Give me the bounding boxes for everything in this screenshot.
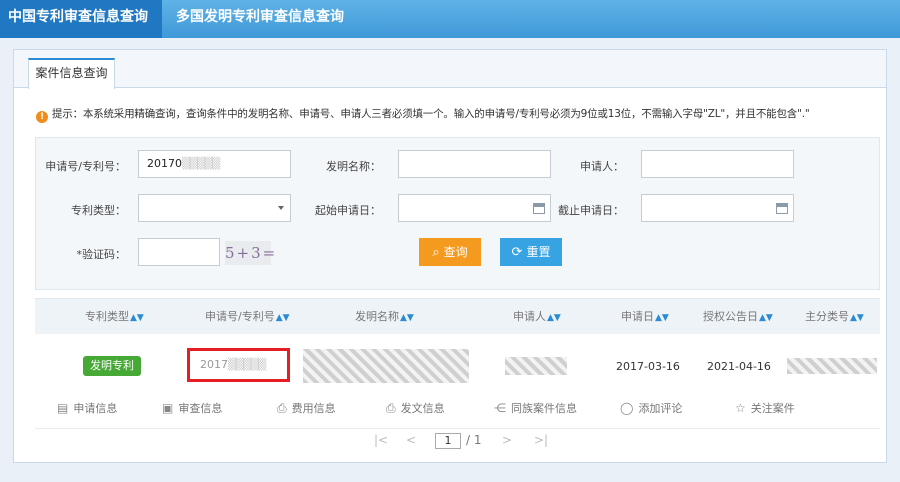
action-label: 同族案件信息 bbox=[511, 402, 577, 415]
sort-icon: ▲▼ bbox=[759, 313, 773, 323]
header-apply-date[interactable]: 申请日▲▼ bbox=[621, 299, 669, 335]
patent-type-select[interactable] bbox=[138, 194, 291, 222]
applicant-label: 申请人： bbox=[580, 160, 624, 173]
header-label: 主分类号 bbox=[805, 310, 849, 323]
refresh-icon: ⟳ bbox=[511, 245, 523, 260]
results-table-header: 专利类型▲▼ 申请号/专利号▲▼ 发明名称▲▼ 申请人▲▼ 申请日▲▼ 授权公告… bbox=[35, 298, 880, 334]
prev-page-button[interactable]: < bbox=[406, 433, 416, 447]
action-follow-case[interactable]: ☆ 关注案件 bbox=[735, 400, 795, 416]
share-icon: ⋲ bbox=[494, 401, 506, 415]
app-no-label: 申请号/专利号： bbox=[45, 160, 126, 173]
captcha-label: *验证码： bbox=[76, 248, 127, 261]
header-patent-type[interactable]: 专利类型▲▼ bbox=[85, 299, 144, 335]
header-label: 专利类型 bbox=[85, 310, 129, 323]
row-actions: ▤ 申请信息 ▣ 审查信息 ⎙ 费用信息 ⎙ 发文信息 ⋲ 同族案件信息 ◯ 添加评论 ☆ 关… bbox=[35, 400, 880, 420]
grant-date-cell: 2021-04-16 bbox=[707, 360, 771, 373]
action-dispatch-info[interactable]: ⎙ 发文信息 bbox=[386, 400, 445, 416]
star-icon: ☆ bbox=[735, 401, 746, 415]
first-page-button[interactable]: |< bbox=[374, 433, 388, 447]
search-button-label: 查询 bbox=[443, 245, 468, 259]
action-application-info[interactable]: ▤ 申请信息 bbox=[57, 400, 117, 416]
redacted-invention-name bbox=[303, 349, 469, 383]
action-fee-info[interactable]: ⎙ 费用信息 bbox=[277, 400, 336, 416]
sort-icon: ▲▼ bbox=[850, 313, 864, 323]
header-grant-date[interactable]: 授权公告日▲▼ bbox=[703, 299, 773, 335]
header-label: 发明名称 bbox=[355, 310, 399, 323]
table-row: 发明专利 2017▒▒▒▒▒ 2017-03-16 2021-04-16 ▤ 申请… bbox=[35, 334, 880, 424]
action-label: 关注案件 bbox=[750, 402, 795, 415]
header-app-no[interactable]: 申请号/专利号▲▼ bbox=[205, 299, 290, 335]
header-label: 授权公告日 bbox=[703, 310, 758, 323]
sort-icon: ▲▼ bbox=[275, 313, 290, 323]
header-label: 申请人 bbox=[513, 310, 546, 323]
tab-china-patent[interactable]: 中国专利审查信息查询 bbox=[0, 0, 162, 38]
patent-type-label: 专利类型： bbox=[71, 204, 126, 217]
tip-message: ! 提示：本系统采用精确查询，查询条件中的发明名称、申请号、申请人三者必须填一个。… bbox=[36, 106, 810, 123]
header-applicant[interactable]: 申请人▲▼ bbox=[513, 299, 561, 335]
action-family-info[interactable]: ⋲ 同族案件信息 bbox=[494, 400, 577, 416]
tab-multi-country-patent[interactable]: 多国发明专利审查信息查询 bbox=[168, 0, 352, 38]
patent-type-badge: 发明专利 bbox=[83, 356, 141, 376]
sort-icon: ▲▼ bbox=[400, 313, 414, 323]
search-button[interactable]: ⌕ 查询 bbox=[419, 238, 481, 266]
action-label: 申请信息 bbox=[73, 402, 118, 415]
tab-case-query[interactable]: 案件信息查询 bbox=[28, 58, 115, 89]
last-page-button[interactable]: >| bbox=[534, 433, 548, 447]
end-date-input[interactable] bbox=[641, 194, 794, 222]
reset-button[interactable]: ⟳ 重置 bbox=[500, 238, 562, 266]
app-no-highlight[interactable]: 2017▒▒▒▒▒ bbox=[187, 348, 290, 382]
end-date-label: 截止申请日： bbox=[558, 204, 624, 217]
action-label: 发文信息 bbox=[400, 402, 445, 415]
masked-text: ▒▒▒▒▒ bbox=[228, 358, 266, 371]
redacted-applicant bbox=[505, 357, 567, 375]
action-label: 添加评论 bbox=[638, 402, 683, 415]
apply-date-cell: 2017-03-16 bbox=[616, 360, 680, 373]
document-icon: ▤ bbox=[57, 401, 69, 415]
start-date-label: 起始申请日： bbox=[315, 204, 381, 217]
fee-icon: ⎙ bbox=[277, 401, 287, 415]
sort-icon: ▲▼ bbox=[655, 313, 669, 323]
sort-icon: ▲▼ bbox=[130, 313, 144, 323]
app-no-cell: 2017 bbox=[200, 358, 228, 371]
action-examination-info[interactable]: ▣ 审查信息 bbox=[162, 400, 222, 416]
header-label: 申请日 bbox=[621, 310, 654, 323]
dispatch-icon: ⎙ bbox=[386, 401, 396, 415]
app-no-value: 20170 bbox=[147, 157, 182, 170]
page-number-input[interactable]: 1 bbox=[435, 433, 461, 449]
search-form: 申请号/专利号： 20170▒▒▒▒▒ 发明名称： 申请人： 专利类型： 起始申… bbox=[35, 137, 880, 290]
reset-button-label: 重置 bbox=[526, 245, 551, 259]
header-classification[interactable]: 主分类号▲▼ bbox=[805, 299, 864, 335]
masked-text: ▒▒▒▒▒ bbox=[182, 157, 220, 170]
comment-icon: ◯ bbox=[620, 401, 634, 415]
app-no-input[interactable]: 20170▒▒▒▒▒ bbox=[138, 150, 291, 178]
captcha-input[interactable] bbox=[138, 238, 220, 266]
start-date-input[interactable] bbox=[398, 194, 551, 222]
warning-icon: ! bbox=[36, 111, 48, 123]
captcha-image[interactable]: 5+3= bbox=[225, 241, 275, 265]
search-icon: ⌕ bbox=[432, 245, 440, 260]
main-panel: 案件信息查询 ! 提示：本系统采用精确查询，查询条件中的发明名称、申请号、申请人三… bbox=[13, 49, 887, 463]
action-label: 费用信息 bbox=[291, 402, 336, 415]
top-nav: 中国专利审查信息查询 多国发明专利审查信息查询 bbox=[0, 0, 900, 38]
panel-tab-bar: 案件信息查询 bbox=[14, 50, 886, 89]
header-label: 申请号/专利号 bbox=[205, 310, 275, 323]
chevron-down-icon bbox=[278, 206, 284, 210]
invention-name-label: 发明名称： bbox=[326, 160, 381, 173]
action-label: 审查信息 bbox=[178, 402, 223, 415]
sort-icon: ▲▼ bbox=[547, 313, 561, 323]
calendar-icon[interactable] bbox=[776, 203, 788, 214]
redacted-classification bbox=[787, 358, 877, 374]
total-pages: / 1 bbox=[466, 433, 482, 447]
invention-name-input[interactable] bbox=[398, 150, 551, 178]
tip-text: 提示：本系统采用精确查询，查询条件中的发明名称、申请号、申请人三者必须填一个。输… bbox=[52, 108, 810, 120]
next-page-button[interactable]: > bbox=[502, 433, 512, 447]
divider bbox=[35, 428, 880, 429]
header-invention-name[interactable]: 发明名称▲▼ bbox=[355, 299, 414, 335]
action-add-comment[interactable]: ◯ 添加评论 bbox=[620, 400, 682, 416]
applicant-input[interactable] bbox=[641, 150, 794, 178]
image-icon: ▣ bbox=[162, 401, 174, 415]
